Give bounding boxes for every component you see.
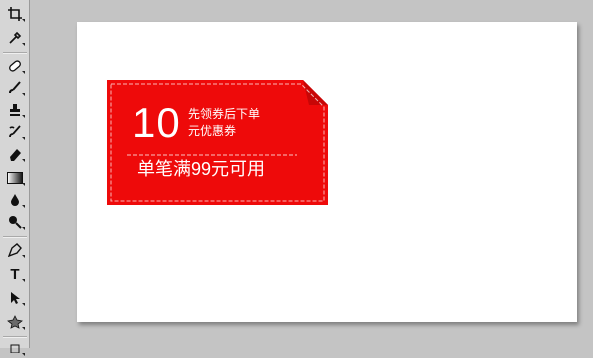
custom-shape-tool-icon[interactable] bbox=[4, 312, 26, 332]
coupon-graphic: 10 先领券后下单 元优惠券 单笔满99元可用 bbox=[107, 80, 328, 205]
clone-stamp-tool-icon[interactable] bbox=[4, 100, 26, 120]
blur-tool-icon[interactable] bbox=[4, 190, 26, 210]
toolbar-separator bbox=[3, 236, 27, 238]
healing-brush-tool-icon[interactable] bbox=[4, 56, 26, 76]
type-tool-icon[interactable]: T bbox=[4, 264, 26, 284]
crop-tool-icon[interactable] bbox=[4, 4, 26, 24]
gradient-tool-icon[interactable] bbox=[4, 168, 26, 188]
path-selection-tool-icon[interactable] bbox=[4, 288, 26, 308]
toolbar-separator bbox=[3, 52, 27, 54]
coupon-desc-line1: 先领券后下单 bbox=[188, 107, 261, 121]
eyedropper-tool-icon[interactable] bbox=[4, 28, 26, 48]
coupon-condition: 单笔满99元可用 bbox=[137, 159, 266, 179]
pen-tool-icon[interactable] bbox=[4, 240, 26, 260]
brush-tool-icon[interactable] bbox=[4, 78, 26, 98]
history-brush-tool-icon[interactable] bbox=[4, 122, 26, 142]
hand-tool-icon[interactable] bbox=[4, 338, 26, 358]
document-canvas[interactable]: 10 先领券后下单 元优惠券 单笔满99元可用 bbox=[77, 22, 577, 322]
coupon-amount: 10 bbox=[132, 99, 181, 146]
eraser-tool-icon[interactable] bbox=[4, 144, 26, 164]
coupon-description: 先领券后下单 元优惠券 bbox=[188, 106, 288, 140]
coupon-desc-line2: 元优惠券 bbox=[188, 124, 237, 138]
tools-panel: T bbox=[0, 0, 30, 356]
dodge-tool-icon[interactable] bbox=[4, 212, 26, 232]
